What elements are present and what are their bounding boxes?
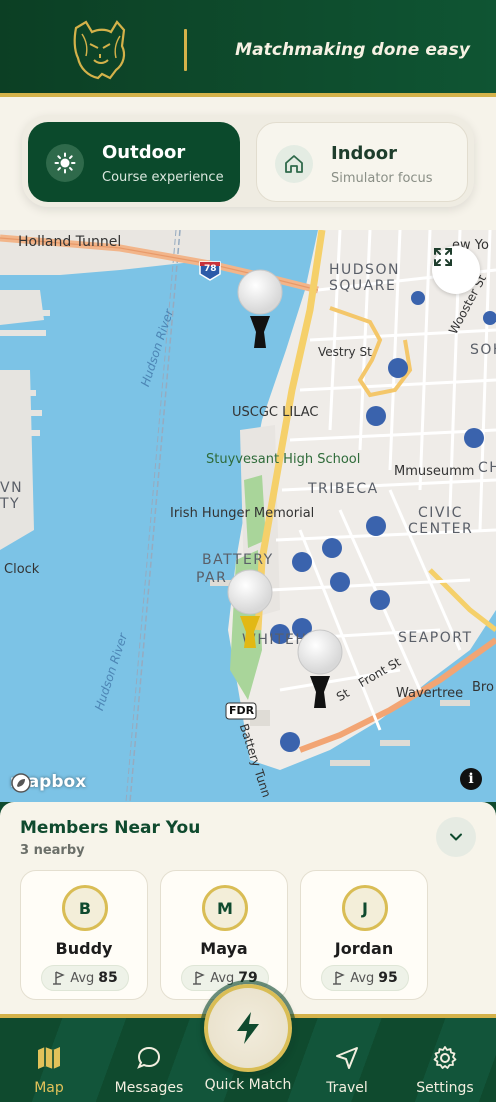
map-icon [4,1042,94,1074]
golf-pin-marker-selected[interactable] [226,568,274,654]
golf-flag-icon [193,971,205,985]
map-label-ty: TY [0,496,21,512]
map-label-battery: BATTERY [202,552,274,568]
avatar: B [62,885,108,931]
map-label-bro: Bro [472,680,494,695]
mapbox-logo-icon [11,773,31,793]
outdoor-mode-subtitle: Course experience [102,170,224,185]
golf-flag-icon [53,971,65,985]
map-label-soh: SOH [470,342,496,358]
member-name: Buddy [55,939,113,958]
map-label-ch: CH [478,460,496,476]
members-title: Members Near You [20,818,201,838]
map-view[interactable]: Holland Tunnel HUDSON SQUARE Hudson Rive… [0,230,496,802]
indoor-mode-button[interactable]: Indoor Simulator focus [256,122,468,202]
nav-item-settings[interactable]: Settings [400,1042,490,1096]
map-label-tribeca: TRIBECA [308,481,379,497]
member-average-badge: Avg 95 [321,965,409,991]
indoor-mode-title: Indoor [331,143,398,164]
map-label-clock: Clock [4,562,40,577]
quick-match-button[interactable] [204,984,292,1072]
avatar: J [342,885,388,931]
indoor-mode-subtitle: Simulator focus [331,171,433,186]
map-label-holland-tunnel: Holland Tunnel [18,234,122,250]
map-label-wavertree: Wavertree [396,686,464,701]
map-label-vn: VN [0,480,24,496]
map-label-park: PAR [196,570,228,586]
mode-selector: Outdoor Course experience Indoor Simulat… [22,115,474,207]
average-value: 95 [378,970,398,986]
member-card[interactable]: B Buddy Avg 85 [20,870,148,1000]
wildcat-logo-icon [73,20,126,80]
lightning-icon [237,1012,259,1044]
chevron-down-icon [450,833,462,841]
map-label-center: CENTER [408,521,474,537]
nav-item-travel[interactable]: Travel [302,1042,392,1096]
map-info-button[interactable]: i [460,768,482,790]
map-label-civic: CIVIC [418,505,463,521]
mode-selector-area: Outdoor Course experience Indoor Simulat… [0,97,496,230]
nav-label: Messages [114,1080,184,1096]
member-card[interactable]: J Jordan Avg 95 [300,870,428,1000]
sun-icon [46,144,84,182]
map-label-fdr: FDR [229,704,255,717]
members-near-you-panel: Members Near You 3 nearby B Buddy Avg 85… [0,802,496,1014]
nav-label: Travel [326,1080,368,1096]
navigation-arrow-icon [302,1042,392,1074]
members-count: 3 nearby [20,843,85,858]
average-label: Avg [210,970,235,986]
average-value: 85 [98,970,118,986]
average-label: Avg [350,970,375,986]
nav-label: Map [34,1080,64,1096]
app-header: Matchmaking done easy [0,0,496,97]
mapbox-attribution[interactable]: mapbox [10,772,86,793]
map-label-stuyvesant: Stuyvesant High School [206,452,361,467]
home-icon [275,145,313,183]
member-card[interactable]: M Maya Avg 79 [160,870,288,1000]
map-label-uscgc-lilac: USCGC LILAC [232,405,319,420]
avatar: M [202,885,248,931]
info-icon: i [468,771,474,787]
golf-pin-marker[interactable] [296,628,344,714]
average-label: Avg [70,970,95,986]
expand-icon [434,248,452,266]
gear-icon [400,1042,490,1074]
nav-item-map[interactable]: Map [4,1042,94,1096]
header-divider [184,29,187,71]
map-label-seaport: SEAPORT [398,630,473,646]
nav-item-messages[interactable]: Messages [104,1042,194,1096]
collapse-members-button[interactable] [436,817,476,857]
golf-pin-marker[interactable] [236,268,284,354]
map-label-irish-hunger: Irish Hunger Memorial [170,506,315,521]
map-label-square: SQUARE [329,278,397,294]
quick-match-label: Quick Match [204,1077,292,1093]
member-name: Jordan [334,939,394,958]
map-label-i78: 78 [204,264,217,274]
outdoor-mode-title: Outdoor [102,142,186,163]
map-label-hudson: HUDSON [329,262,400,278]
chat-bubble-icon [104,1042,194,1074]
member-average-badge: Avg 85 [41,965,129,991]
map-label-mmuseumm: Mmuseumm [394,464,475,479]
app-tagline: Matchmaking done easy [235,40,470,60]
fullscreen-button[interactable] [432,246,480,294]
member-name: Maya [200,939,248,958]
nav-label: Settings [416,1080,474,1096]
map-label-vestry-st: Vestry St [318,345,372,359]
outdoor-mode-button[interactable]: Outdoor Course experience [28,122,240,202]
golf-flag-icon [333,971,345,985]
